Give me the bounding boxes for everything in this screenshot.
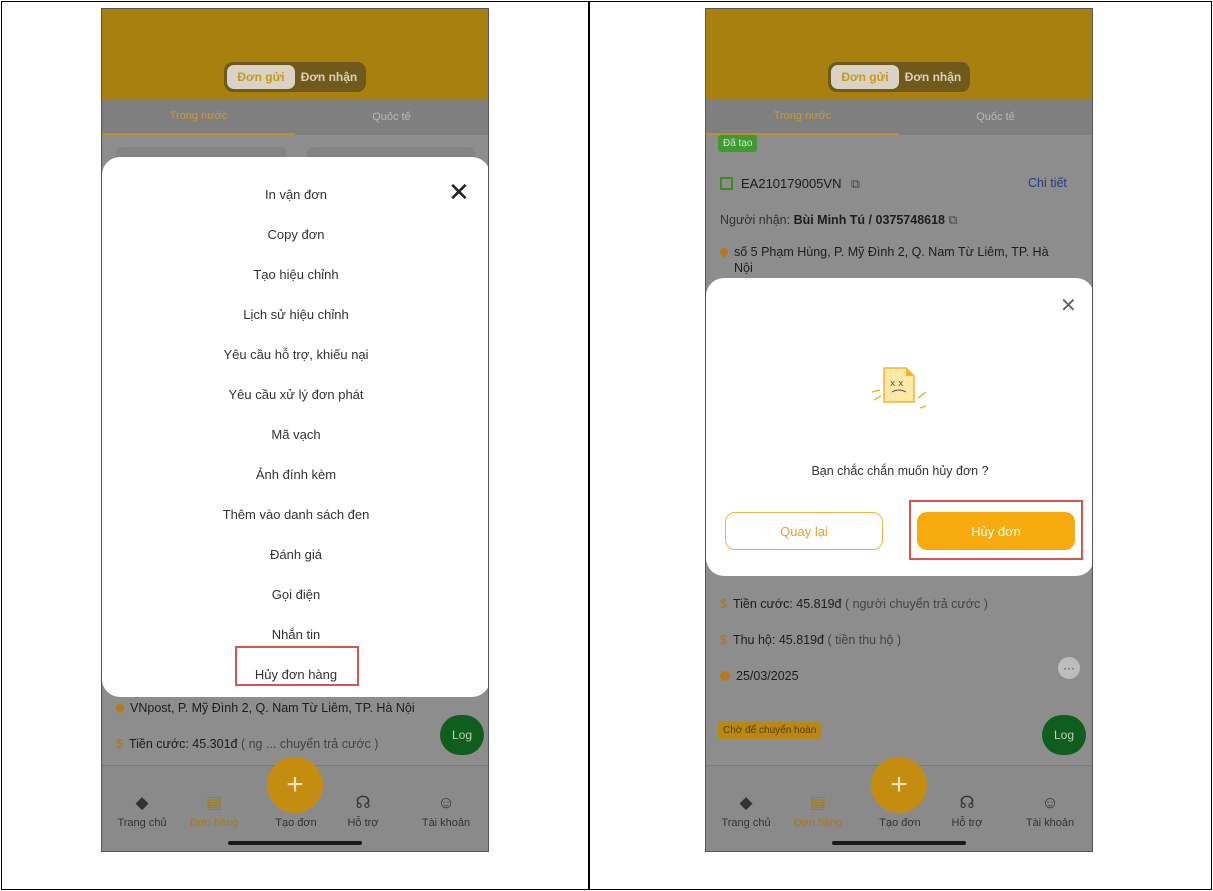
- region-tabs: Trong nước Quốc tế: [706, 99, 1092, 135]
- user-icon: ☺: [1041, 793, 1059, 812]
- cod-row: $ Thu hộ: 45.819đ ( tiền thu hộ ): [720, 633, 902, 647]
- log-button[interactable]: Log: [440, 715, 484, 755]
- highlight-cancel-button: [909, 500, 1083, 560]
- checkbox-icon[interactable]: [720, 177, 733, 190]
- menu-item-blacklist[interactable]: Thêm vào danh sách đen: [102, 507, 488, 522]
- segment-received[interactable]: Đơn nhận: [899, 65, 967, 89]
- segment-received[interactable]: Đơn nhận: [295, 65, 363, 89]
- vnpost-logo-icon: ◆: [739, 793, 753, 812]
- highlight-cancel-order: [235, 646, 359, 686]
- log-button[interactable]: Log: [1042, 715, 1086, 755]
- user-icon: ☺: [437, 793, 455, 812]
- nav-orders[interactable]: ▤ Đơn hàng: [782, 793, 854, 829]
- close-icon[interactable]: ✕: [1060, 296, 1077, 316]
- detail-link[interactable]: Chi tiết: [1028, 176, 1067, 190]
- dollar-icon: $: [720, 597, 727, 611]
- document-icon: ▤: [809, 793, 827, 812]
- menu-item-rate[interactable]: Đánh giá: [102, 547, 488, 562]
- cancel-confirm-dialog: ✕ x x Bạn chắc chắn muốn hủy đơn ? Quay …: [706, 278, 1092, 576]
- menu-item-attachments[interactable]: Ảnh đính kèm: [102, 467, 488, 482]
- menu-item-barcode[interactable]: Mã vạch: [102, 427, 488, 442]
- headset-icon: ☊: [355, 793, 371, 812]
- receiver-address: số 5 Phạm Hùng, P. Mỹ Đình 2, Q. Nam Từ …: [718, 245, 1049, 259]
- location-pin-icon: [718, 246, 730, 258]
- bottom-nav: ◆Trang chủ ▤Đơn hàng +Tạo đơn ☊Hỗ trợ ☺T…: [706, 757, 1092, 851]
- home-indicator: [228, 841, 362, 845]
- dialog-message: Bạn chắc chắn muốn hủy đơn ?: [811, 464, 989, 478]
- tracking-row: EA210179005VN ⧉: [720, 176, 860, 192]
- bottom-nav: ◆Trang chủ ▤Đơn hàng +Tạo đơn ☊Hỗ trợ ☺T…: [102, 757, 488, 851]
- status-badge: Đã tạo: [718, 135, 758, 152]
- menu-item-delivery-request[interactable]: Yêu cầu xử lý đơn phát: [102, 387, 488, 402]
- clock-icon: [720, 671, 730, 681]
- headset-icon: ☊: [959, 793, 975, 812]
- return-status-badge: Chờ để chuyển hoàn: [718, 722, 822, 739]
- fee-row: $ Tiền cước: 45.819đ ( người chuyển trả c…: [720, 597, 988, 611]
- vnpost-logo-icon: ◆: [135, 793, 149, 812]
- menu-item-create-adjustment[interactable]: Tạo hiệu chỉnh: [102, 267, 488, 282]
- tab-international[interactable]: Quốc tế: [295, 99, 488, 135]
- nav-home[interactable]: ◆ Trang chủ: [106, 793, 178, 829]
- app-header: Đơn gửi Đơn nhận: [102, 9, 488, 99]
- home-indicator: [832, 841, 966, 845]
- create-order-fab[interactable]: +: [871, 757, 927, 813]
- segment-sent[interactable]: Đơn gửi: [831, 65, 899, 89]
- broken-document-icon: x x: [871, 367, 927, 409]
- nav-account[interactable]: ☺ Tài khoản: [410, 793, 482, 829]
- menu-item-print[interactable]: In vận đơn: [102, 187, 488, 202]
- more-options-icon[interactable]: ···: [1058, 657, 1080, 679]
- dollar-icon: $: [720, 633, 727, 647]
- phone-screenshot-right: Đơn gửi Đơn nhận Trong nước Quốc tế Đã t…: [705, 8, 1093, 852]
- back-button[interactable]: Quay lại: [725, 512, 883, 550]
- nav-account[interactable]: ☺ Tài khoản: [1014, 793, 1086, 829]
- location-pin-icon: [114, 702, 126, 714]
- menu-item-support-request[interactable]: Yêu cầu hỗ trợ, khiếu nại: [102, 347, 488, 362]
- tab-international[interactable]: Quốc tế: [899, 99, 1092, 135]
- receiver-row: Người nhận: Bùi Minh Tú / 0375748618 ⧉: [720, 213, 958, 227]
- date-row: 25/03/2025: [720, 669, 799, 683]
- menu-item-call[interactable]: Gọi điện: [102, 587, 488, 602]
- receiver-address-line2: Nội: [734, 261, 753, 275]
- nav-support[interactable]: ☊ Hỗ trợ: [327, 793, 399, 829]
- order-type-segment: Đơn gửi Đơn nhận: [224, 62, 366, 92]
- nav-orders[interactable]: ▤ Đơn hàng: [178, 793, 250, 829]
- create-order-fab[interactable]: +: [267, 757, 323, 813]
- menu-item-copy[interactable]: Copy đơn: [102, 227, 488, 242]
- menu-item-adjustment-history[interactable]: Lịch sử hiệu chỉnh: [102, 307, 488, 322]
- nav-home[interactable]: ◆ Trang chủ: [710, 793, 782, 829]
- tab-domestic[interactable]: Trong nước: [706, 99, 899, 135]
- copy-icon[interactable]: ⧉: [949, 213, 958, 227]
- table-column-divider: [588, 1, 590, 890]
- dollar-icon: $: [116, 737, 123, 751]
- nav-support[interactable]: ☊ Hỗ trợ: [931, 793, 1003, 829]
- region-tabs: Trong nước Quốc tế: [102, 99, 488, 135]
- menu-item-message[interactable]: Nhắn tin: [102, 627, 488, 642]
- sender-address: VNpost, P. Mỹ Đình 2, Q. Nam Từ Liêm, TP…: [114, 701, 415, 715]
- order-actions-sheet: ✕ In vận đơn Copy đơn Tạo hiệu chỉnh Lịc…: [102, 157, 488, 697]
- svg-text:x x: x x: [890, 379, 904, 389]
- app-header: Đơn gửi Đơn nhận: [706, 9, 1092, 99]
- document-icon: ▤: [205, 793, 223, 812]
- segment-sent[interactable]: Đơn gửi: [227, 65, 295, 89]
- fee-row: $ Tiền cước: 45.301đ ( ng ... chuyển trả …: [116, 737, 379, 751]
- tab-domestic[interactable]: Trong nước: [102, 99, 295, 135]
- phone-screenshot-left: Đơn gửi Đơn nhận Trong nước Quốc tế ✕ In…: [101, 8, 489, 852]
- order-type-segment: Đơn gửi Đơn nhận: [828, 62, 970, 92]
- copy-icon[interactable]: ⧉: [851, 177, 860, 191]
